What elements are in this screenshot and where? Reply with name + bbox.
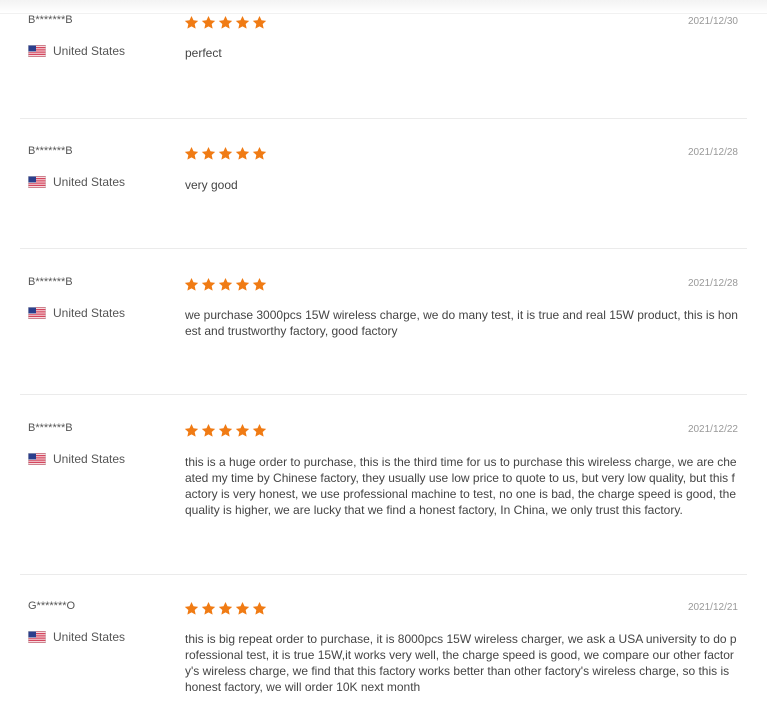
review-date: 2021/12/28 [687, 278, 738, 289]
us-flag-icon [28, 45, 46, 57]
buyer-country: United States [28, 452, 125, 466]
star-icon [201, 601, 216, 615]
country-label: United States [53, 175, 126, 189]
review-date: 2021/12/21 [687, 602, 738, 613]
star-icon [252, 15, 267, 29]
buyer-name: G*******O [28, 600, 76, 612]
star-icon [201, 15, 216, 29]
country-label: United States [53, 44, 126, 58]
star-icon [201, 277, 216, 291]
buyer-name: B*******B [28, 422, 73, 434]
rating-stars [184, 601, 267, 616]
rating-stars [184, 146, 267, 161]
country-label: United States [53, 306, 126, 320]
star-icon [252, 423, 267, 437]
review-date: 2021/12/30 [687, 16, 738, 27]
star-icon [235, 146, 250, 160]
star-icon [235, 423, 250, 437]
review-item: B*******B United States 2021/12/28 we pu… [20, 248, 747, 394]
review-text: this is a huge order to purchase, this i… [185, 455, 737, 517]
review-item: B*******B United States 2021/12/28 very … [20, 118, 747, 248]
buyer-name: B*******B [28, 276, 73, 288]
star-icon [235, 601, 250, 615]
star-icon [252, 146, 267, 160]
star-icon [184, 15, 199, 29]
review-date: 2021/12/22 [687, 424, 738, 435]
star-icon [218, 277, 233, 291]
review-item: G*******O United States 2021/12/21 this … [20, 574, 747, 717]
star-icon [184, 423, 199, 437]
buyer-name: B*******B [28, 145, 73, 157]
star-icon [252, 277, 267, 291]
us-flag-icon [28, 307, 46, 319]
review-date: 2021/12/28 [687, 147, 738, 158]
rating-stars [184, 15, 267, 30]
buyer-country: United States [28, 630, 125, 644]
star-icon [184, 277, 199, 291]
star-icon [184, 601, 199, 615]
star-icon [201, 423, 216, 437]
buyer-country: United States [28, 306, 125, 320]
review-text: perfect [185, 46, 222, 60]
star-icon [235, 277, 250, 291]
review-item: B*******B United States 2021/12/22 this … [20, 394, 747, 574]
country-label: United States [53, 452, 126, 466]
star-icon [235, 15, 250, 29]
buyer-country: United States [28, 175, 125, 189]
star-icon [252, 601, 267, 615]
us-flag-icon [28, 453, 46, 465]
us-flag-icon [28, 631, 46, 643]
review-item: B*******B United States 2021/12/30 perfe… [20, 0, 747, 118]
us-flag-icon [28, 176, 46, 188]
review-text: this is big repeat order to purchase, it… [185, 632, 737, 694]
country-label: United States [53, 630, 126, 644]
star-icon [184, 146, 199, 160]
star-icon [218, 15, 233, 29]
rating-stars [184, 423, 267, 438]
buyer-country: United States [28, 44, 125, 58]
star-icon [218, 601, 233, 615]
star-icon [218, 146, 233, 160]
rating-stars [184, 277, 267, 292]
review-text: very good [185, 178, 238, 192]
review-text: we purchase 3000pcs 15W wireless charge,… [185, 308, 738, 338]
star-icon [218, 423, 233, 437]
buyer-name: B*******B [28, 14, 73, 26]
star-icon [201, 146, 216, 160]
